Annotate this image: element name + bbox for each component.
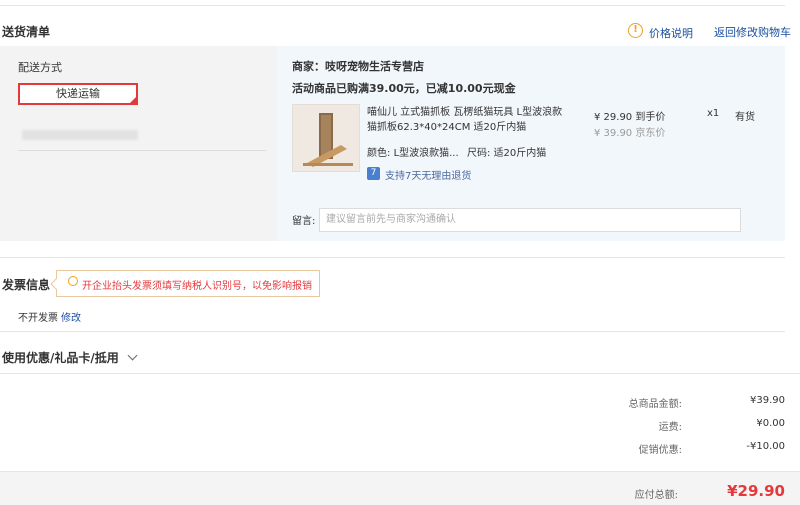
product-size: 尺码: 适20斤内猫 (467, 144, 546, 159)
message-label: 留言: (292, 216, 316, 227)
invoice-status: 不开发票 (18, 313, 58, 324)
product-title[interactable]: 喵仙儿 立式猫抓板 瓦楞纸猫玩具 L型波浪款猫抓板62.3*40*24CM 适2… (367, 105, 567, 135)
delivery-section: 配送方式 快递运输 商家：吱呀宠物生活专营店 活动商品已购满39.00元，已减1… (0, 46, 785, 241)
top-divider (0, 5, 785, 6)
page-title: 送货清单 (2, 25, 51, 39)
payable-label: 应付总额: (634, 490, 678, 501)
stock-status: 有货 (735, 112, 755, 123)
back-to-cart-link[interactable]: 返回修改购物车 (714, 24, 791, 40)
express-shipping-button[interactable]: 快递运输 (18, 83, 138, 105)
invoice-tip-text: 开企业抬头发票须填写纳税人识别号，以免影响报销 (82, 281, 312, 292)
info-icon: ! (628, 23, 643, 38)
delivery-method-label: 配送方式 (18, 61, 62, 74)
message-input[interactable]: 建议留言前先与商家沟通确认 (319, 208, 741, 232)
chevron-down-icon (127, 350, 138, 361)
payable-bar: 应付总额: ¥29.90 (0, 471, 800, 505)
shipping-fee-label: 运费: (658, 422, 682, 433)
lightbulb-icon (68, 276, 78, 286)
invoice-modify-link[interactable]: 修改 (61, 309, 81, 324)
return-policy: 支持7天无理由退货 (385, 171, 472, 182)
coupon-title: 使用优惠/礼品卡/抵用 (2, 351, 119, 365)
promo-text: 活动商品已购满39.00元，已减10.00元现金 (292, 82, 516, 95)
tip-arrow (50, 278, 62, 290)
color-label: 颜色: (367, 148, 391, 159)
summary-top-divider (0, 373, 800, 374)
invoice-title: 发票信息 (2, 278, 51, 292)
product-image[interactable] (292, 104, 360, 172)
cat-scratcher-illustration (293, 105, 359, 171)
discount-value: -¥10.00 (746, 441, 785, 452)
discount-label: 促销优惠: (638, 445, 682, 456)
shop-section: 商家：吱呀宠物生活专营店 活动商品已购满39.00元，已减10.00元现金 喵仙… (277, 46, 785, 241)
delivery-divider (18, 150, 266, 151)
payable-value: ¥29.90 (727, 482, 785, 500)
price-info-link[interactable]: 价格说明 (649, 25, 693, 41)
total-goods-value: ¥39.90 (750, 395, 785, 406)
color-value: L型波浪款猫... (393, 148, 459, 159)
selected-check-corner-icon (128, 95, 138, 105)
invoice-tip: 开企业抬头发票须填写纳税人识别号，以免影响报销 (50, 270, 320, 297)
size-label: 尺码: (467, 148, 491, 159)
price-now: ¥ 29.90 到手价 (594, 112, 666, 123)
coupon-toggle[interactable]: 使用优惠/礼品卡/抵用 (2, 349, 138, 366)
shop-name: 商家：吱呀宠物生活专营店 (292, 60, 424, 73)
invoice-top-divider (0, 257, 785, 258)
coupon-top-divider (0, 331, 785, 332)
express-shipping-label: 快递运输 (56, 87, 100, 100)
total-goods-label: 总商品金额: (628, 399, 682, 410)
return-badge-icon: 7 (367, 167, 380, 180)
blurred-address (22, 130, 138, 140)
size-value: 适20斤内猫 (493, 148, 547, 159)
quantity: x1 (707, 108, 720, 119)
price-original: ¥ 39.90 京东价 (594, 128, 666, 139)
shipping-fee-value: ¥0.00 (756, 418, 785, 429)
product-color: 颜色: L型波浪款猫... (367, 144, 459, 159)
